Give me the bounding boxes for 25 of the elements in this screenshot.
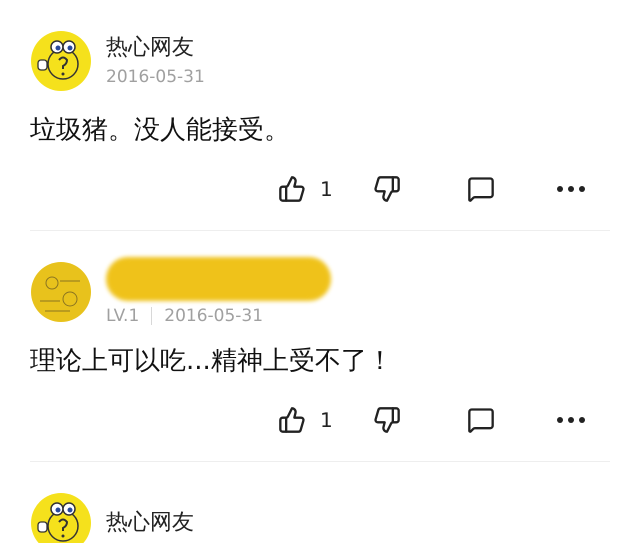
comment-date: 2016-05-31 [164, 305, 264, 327]
thumbs-up-icon [278, 406, 306, 434]
more-icon [556, 417, 585, 423]
more-icon [556, 186, 585, 192]
dislike-button[interactable] [372, 406, 401, 434]
reply-button[interactable] [466, 406, 495, 434]
more-button[interactable] [556, 417, 585, 423]
thumbs-down-icon [372, 175, 401, 203]
comment-text: 垃圾猪。没人能接受。 [30, 114, 291, 147]
speech-bubble-icon [466, 175, 495, 203]
speech-bubble-icon [466, 406, 495, 434]
comment-date: 2016-05-31 [106, 66, 205, 88]
username: 热心网友 [106, 34, 195, 62]
avatar-icon [30, 30, 92, 92]
more-button[interactable] [556, 186, 585, 192]
like-button[interactable]: 1 [278, 405, 333, 435]
comment-text: 理论上可以吃...精神上受不了！ [30, 345, 394, 378]
like-button[interactable]: 1 [278, 174, 333, 204]
obscured-avatar-icon [30, 261, 92, 323]
thumbs-up-icon [278, 175, 306, 203]
username: 热心网友 [106, 509, 194, 537]
dislike-button[interactable] [372, 175, 401, 203]
user-level: LV.1 [106, 305, 140, 327]
reply-button[interactable] [466, 175, 495, 203]
thumbs-down-icon [372, 406, 401, 434]
